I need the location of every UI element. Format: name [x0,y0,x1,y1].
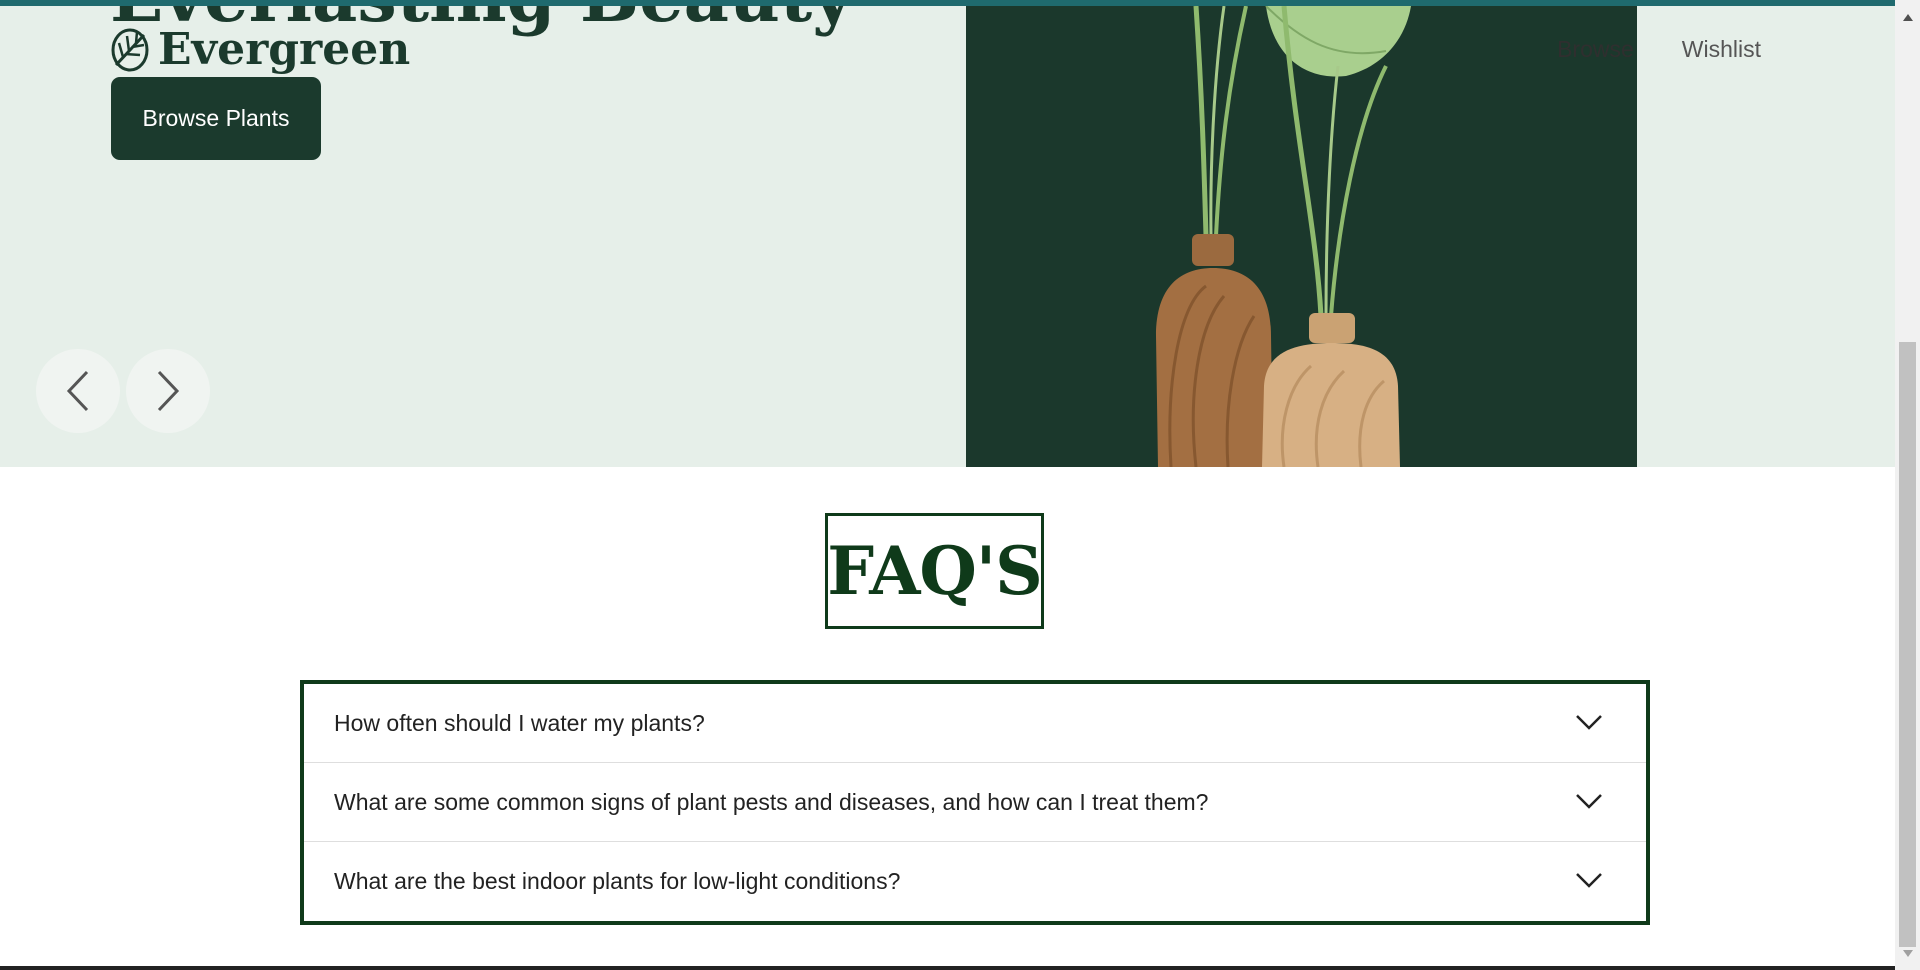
faq-question: What are some common signs of plant pest… [334,788,1209,815]
faq-item[interactable]: What are the best indoor plants for low-… [304,842,1646,921]
faq-item[interactable]: How often should I water my plants? [304,684,1646,763]
chevron-down-icon [1576,715,1602,730]
bottom-divider [0,966,1895,970]
carousel-next-button[interactable] [126,349,210,433]
nav-wishlist-link[interactable]: Wishlist [1682,36,1761,63]
brand-name: Evergreen [158,24,411,75]
leaf-icon [111,28,149,72]
vertical-scrollbar[interactable] [1895,0,1920,970]
scroll-down-arrow-icon[interactable] [1895,944,1920,962]
chevron-right-icon [157,370,180,412]
nav-browse-link[interactable]: Browse [1557,36,1634,63]
hero-image [966,6,1637,467]
chevron-down-icon [1576,873,1602,888]
browse-plants-button[interactable]: Browse Plants [111,77,321,160]
scroll-up-arrow-icon[interactable] [1895,8,1920,26]
faq-item[interactable]: What are some common signs of plant pest… [304,763,1646,842]
faq-title: FAQ'S [825,513,1044,629]
faq-question: What are the best indoor plants for low-… [334,868,901,894]
chevron-left-icon [66,370,89,412]
chevron-down-icon [1576,794,1602,809]
hero-banner: Everlasting Beauty Evergreen Browse Plan… [0,6,1895,467]
top-nav: Browse Wishlist [1557,36,1761,63]
faq-question: How often should I water my plants? [334,709,705,736]
carousel-prev-button[interactable] [36,349,120,433]
faq-accordion: How often should I water my plants? What… [300,680,1650,925]
scrollbar-thumb[interactable] [1899,342,1916,947]
brand-logo[interactable]: Evergreen [110,27,410,73]
